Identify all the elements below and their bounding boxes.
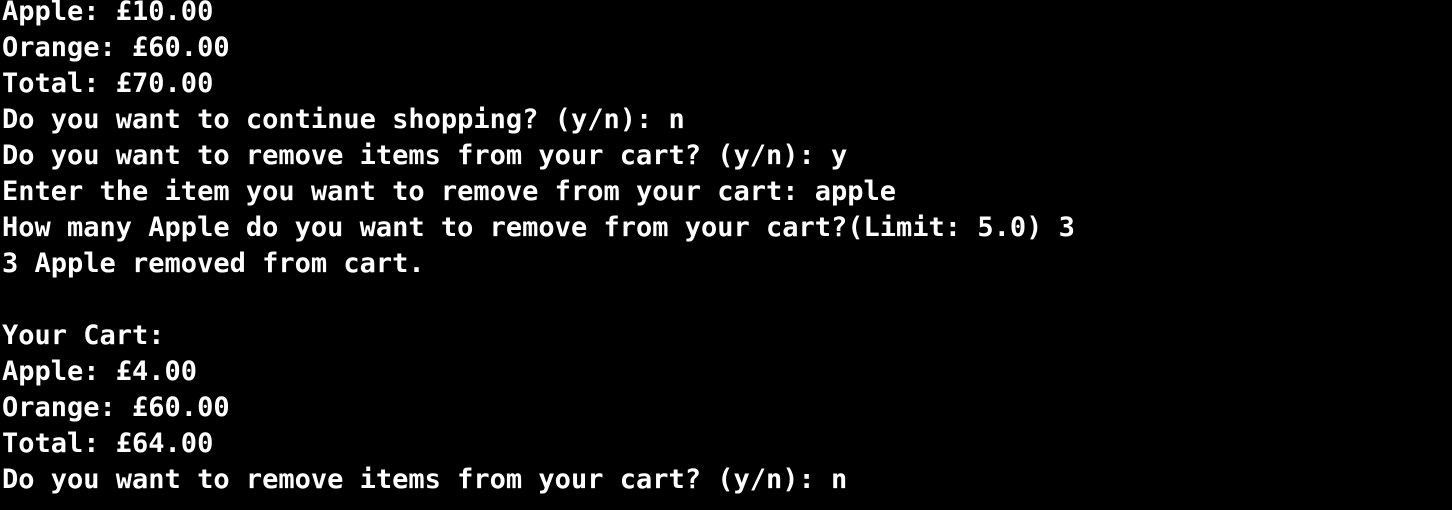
- terminal-line: Total: £70.00: [2, 68, 214, 99]
- terminal-output: Apple: £10.00 Orange: £60.00 Total: £70.…: [2, 0, 1075, 498]
- terminal-line: Do you want to remove items from your ca…: [2, 464, 848, 495]
- terminal-line: 3 Apple removed from cart.: [2, 248, 425, 279]
- terminal-line: Enter the item you want to remove from y…: [2, 176, 897, 207]
- terminal-line: Total: £64.00: [2, 428, 214, 459]
- terminal-line: Apple: £4.00: [2, 356, 198, 387]
- terminal-line: Do you want to remove items from your ca…: [2, 140, 848, 171]
- terminal-window[interactable]: Apple: £10.00 Orange: £60.00 Total: £70.…: [0, 0, 1452, 510]
- terminal-line: Apple: £10.00: [2, 0, 214, 27]
- terminal-line: Your Cart:: [2, 320, 165, 351]
- terminal-line: Do you want to continue shopping? (y/n):…: [2, 104, 685, 135]
- terminal-line: Orange: £60.00: [2, 32, 230, 63]
- terminal-line: How many Apple do you want to remove fro…: [2, 212, 1075, 243]
- terminal-line: Orange: £60.00: [2, 392, 230, 423]
